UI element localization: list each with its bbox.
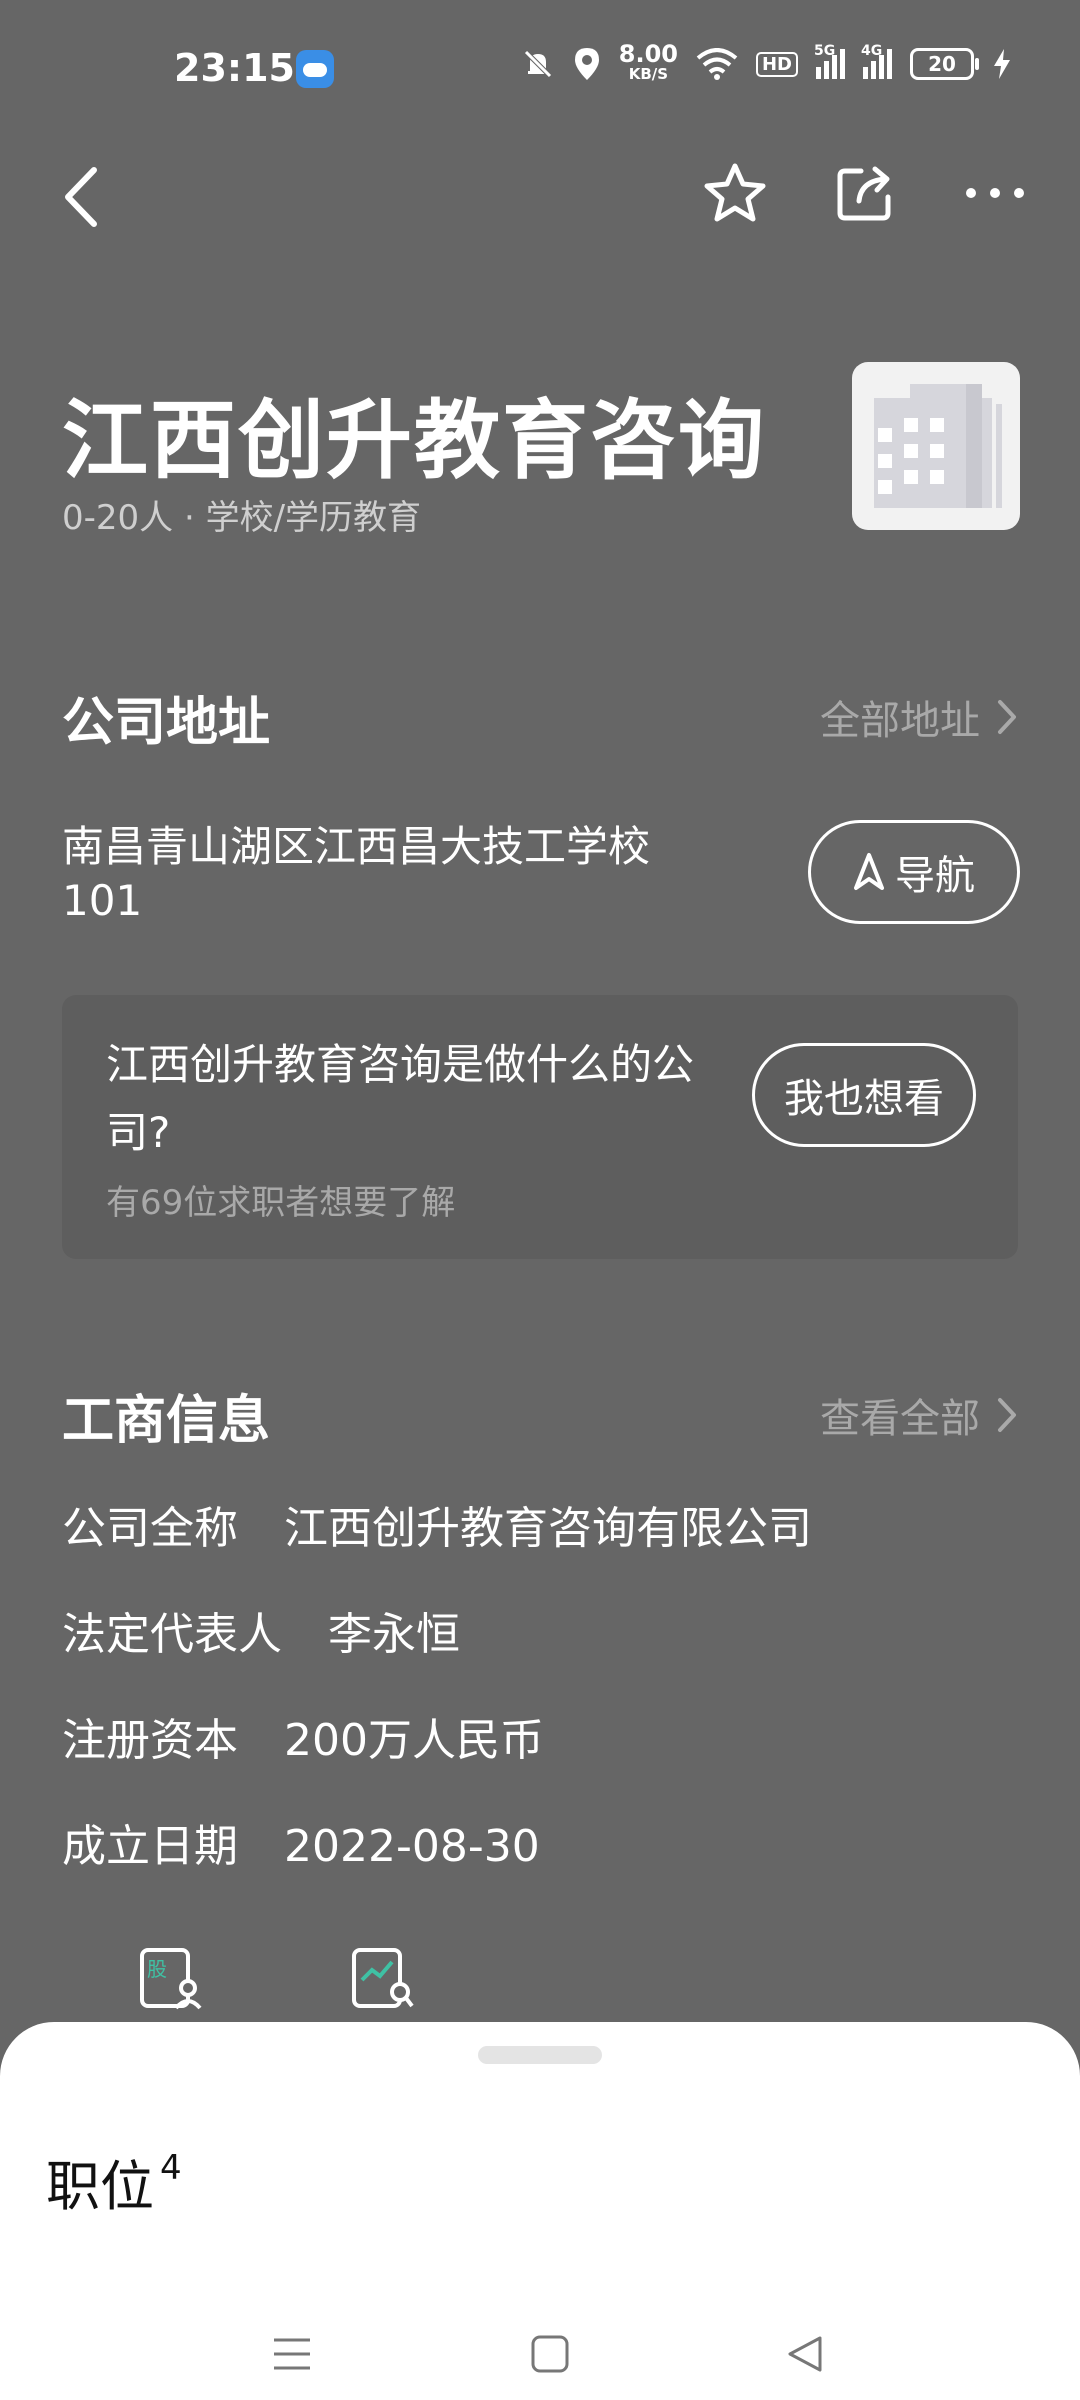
- mute-bell-icon: [523, 50, 552, 78]
- info-key: 成立日期: [62, 1821, 238, 1872]
- shareholder-icon: 股: [140, 1948, 202, 2010]
- recent-apps-button[interactable]: [272, 2334, 312, 2378]
- location-icon: [574, 48, 599, 80]
- jobs-label: 职位: [46, 2155, 154, 2218]
- status-bar: 23:15 8.00 KB/S HD 5G 4G 20: [0, 0, 1080, 140]
- shareholder-badge-text: 股: [147, 1957, 167, 1981]
- company-question-card: 江西创升教育咨询是做什么的公司? 有69位求职者想要了解 我也想看: [62, 995, 1018, 1259]
- network-speed-unit: KB/S: [628, 65, 669, 83]
- navigate-button[interactable]: 导航: [808, 820, 1020, 924]
- all-addresses-label: 全部地址: [820, 698, 980, 744]
- hd-voice-icon: HD: [755, 51, 798, 77]
- home-square-icon: [531, 2335, 569, 2373]
- info-key: 法定代表人: [62, 1609, 282, 1660]
- sheet-drag-handle[interactable]: [478, 2046, 602, 2064]
- chevron-right-icon: [998, 1398, 1016, 1432]
- info-value: 江西创升教育咨询有限公司: [284, 1503, 812, 1554]
- signal-4g-label: 4G: [861, 43, 883, 59]
- battery-icon: 20: [910, 48, 979, 80]
- signal-5g-icon: 5G: [814, 43, 845, 79]
- back-arrow-icon: [65, 167, 97, 227]
- company-meta: 0-20人 · 学校/学历教育: [62, 498, 422, 538]
- info-value: 李永恒: [328, 1609, 460, 1660]
- signal-4g-icon: 4G: [861, 43, 892, 79]
- building-icon: [874, 384, 1002, 508]
- view-all-business-link[interactable]: 查看全部: [820, 1386, 1018, 1444]
- charging-icon: [994, 49, 1010, 79]
- interest-count: 有69位求职者想要了解: [106, 1183, 456, 1223]
- trend-search-button[interactable]: [350, 1946, 414, 2010]
- info-value: 2022-08-30: [284, 1821, 540, 1872]
- info-value: 200万人民币: [284, 1715, 544, 1766]
- navigation-arrow-icon: [854, 853, 884, 890]
- company-logo[interactable]: [852, 362, 1020, 530]
- info-row-legal-rep: 法定代表人 李永恒: [62, 1598, 460, 1662]
- weather-icon: [296, 50, 334, 88]
- signal-5g-label: 5G: [814, 43, 836, 59]
- want-to-know-label: 我也想看: [784, 1076, 944, 1122]
- share-button[interactable]: [830, 158, 900, 228]
- address-section-title: 公司地址: [62, 693, 271, 753]
- system-nav-bar: [0, 2310, 1080, 2390]
- jobs-count: 4: [160, 2148, 182, 2188]
- jobs-tab[interactable]: 职位 4: [46, 2142, 182, 2221]
- info-key: 注册资本: [62, 1715, 238, 1766]
- more-button[interactable]: [960, 158, 1030, 228]
- jobs-bottom-sheet[interactable]: 职位 4: [0, 2022, 1080, 2400]
- info-key: 公司全称: [62, 1503, 238, 1554]
- navigate-label: 导航: [895, 853, 975, 899]
- info-row-founded: 成立日期 2022-08-30: [62, 1810, 540, 1874]
- favorite-button[interactable]: [700, 158, 770, 228]
- top-actions: [700, 158, 1030, 228]
- business-section-title: 工商信息: [62, 1391, 271, 1451]
- clock: 23:15: [174, 46, 295, 90]
- network-speed: 8.00 KB/S: [618, 40, 678, 84]
- company-name: 江西创升教育咨询: [62, 391, 766, 491]
- system-back-button[interactable]: [786, 2334, 826, 2378]
- chevron-right-icon: [998, 700, 1016, 734]
- star-icon: [704, 163, 766, 222]
- more-dots-icon: [966, 188, 1024, 198]
- company-question: 江西创升教育咨询是做什么的公司?: [106, 1040, 695, 1157]
- back-triangle-icon: [788, 2336, 822, 2372]
- status-icons: 8.00 KB/S HD 5G 4G 20: [521, 40, 1012, 84]
- want-to-know-button[interactable]: 我也想看: [752, 1043, 976, 1147]
- network-speed-value: 8.00: [618, 40, 678, 68]
- share-icon: [837, 166, 891, 221]
- view-all-label: 查看全部: [820, 1396, 980, 1442]
- info-row-full-name: 公司全称 江西创升教育咨询有限公司: [62, 1492, 812, 1556]
- shareholder-button[interactable]: 股: [138, 1946, 202, 2010]
- trend-search-icon: [352, 1948, 414, 2008]
- company-address: 南昌青山湖区江西昌大技工学校101: [62, 822, 651, 925]
- wifi-icon: [696, 48, 738, 80]
- home-button[interactable]: [530, 2334, 570, 2378]
- info-row-capital: 注册资本 200万人民币: [62, 1704, 544, 1768]
- menu-lines-icon: [274, 2338, 310, 2370]
- back-button[interactable]: [58, 162, 108, 232]
- all-addresses-link[interactable]: 全部地址: [820, 688, 1018, 746]
